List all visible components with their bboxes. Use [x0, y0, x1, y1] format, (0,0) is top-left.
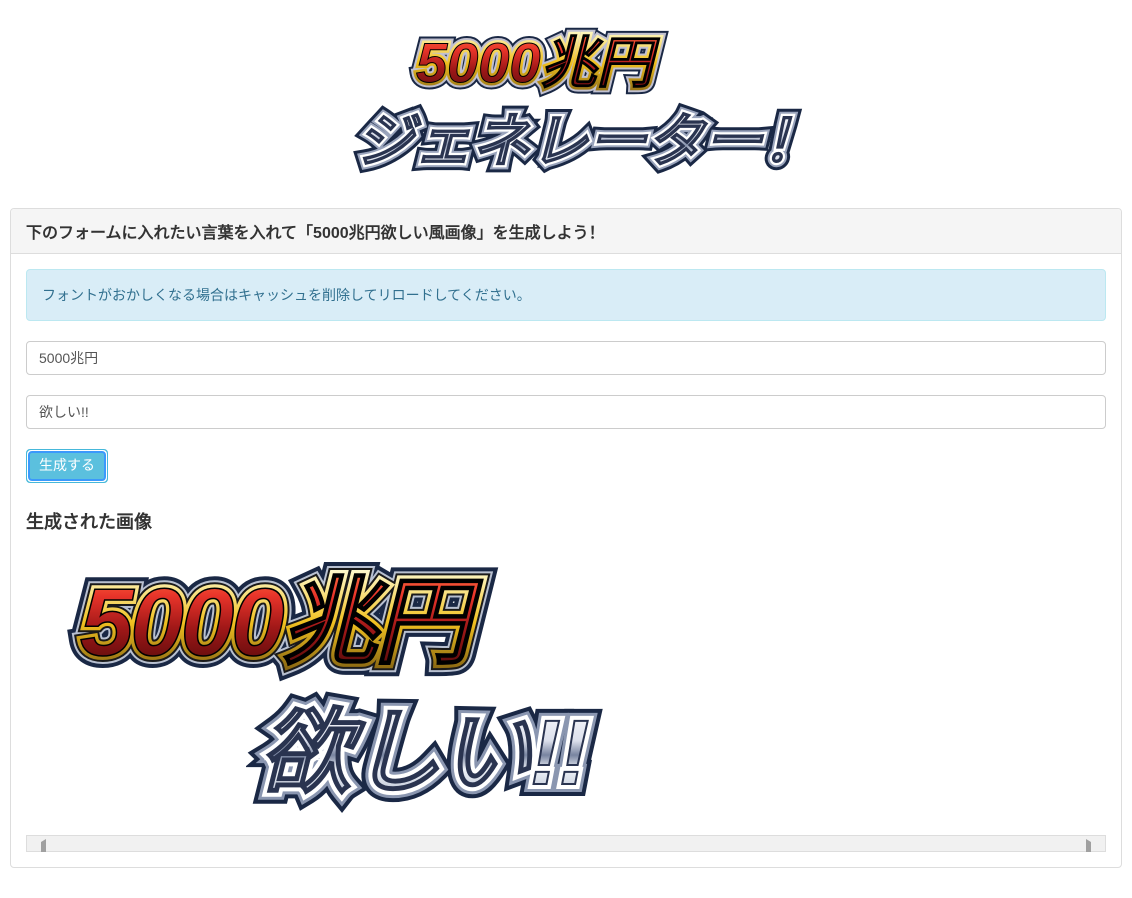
- panel-body: フォントがおかしくなる場合はキャッシュを削除してリロードしてください。 生成する…: [11, 254, 1121, 867]
- svg-text:5000兆円: 5000兆円: [416, 31, 661, 94]
- result-text-line1: 5000兆円 5000兆円 5000兆円 5000兆円 5000兆円: [66, 549, 606, 689]
- text-input-line2[interactable]: [26, 395, 1106, 429]
- generate-button[interactable]: 生成する: [26, 449, 108, 483]
- panel-heading: 下のフォームに入れたい言葉を入れて「5000兆円欲しい風画像」を生成しよう！: [11, 209, 1121, 254]
- horizontal-scrollbar[interactable]: [26, 835, 1106, 852]
- text-input-line1[interactable]: [26, 341, 1106, 375]
- result-heading: 生成された画像: [26, 508, 1106, 534]
- info-alert: フォントがおかしくなる場合はキャッシュを削除してリロードしてください。: [26, 269, 1106, 321]
- logo-text-line2: ジェネレーター！ ジェネレーター！ ジェネレーター！ ジェネレーター！: [346, 95, 906, 185]
- main-panel: 下のフォームに入れたい言葉を入れて「5000兆円欲しい風画像」を生成しよう！ フ…: [10, 208, 1122, 868]
- result-text-line2: 欲しい!! 欲しい!! 欲しい!! 欲しい!!: [246, 682, 726, 822]
- header-logo: 5000兆円 5000兆円 5000兆円 5000兆円 ジェネレーター！ ジェネ…: [10, 10, 1122, 208]
- logo-text-line1: 5000兆円 5000兆円 5000兆円 5000兆円: [406, 20, 726, 100]
- result-image-container: 5000兆円 5000兆円 5000兆円 5000兆円 5000兆円: [26, 549, 1106, 852]
- svg-text:ジェネレーター！: ジェネレーター！: [356, 109, 820, 174]
- svg-text:5000兆円: 5000兆円: [80, 569, 484, 676]
- svg-text:欲しい!!: 欲しい!!: [260, 702, 589, 804]
